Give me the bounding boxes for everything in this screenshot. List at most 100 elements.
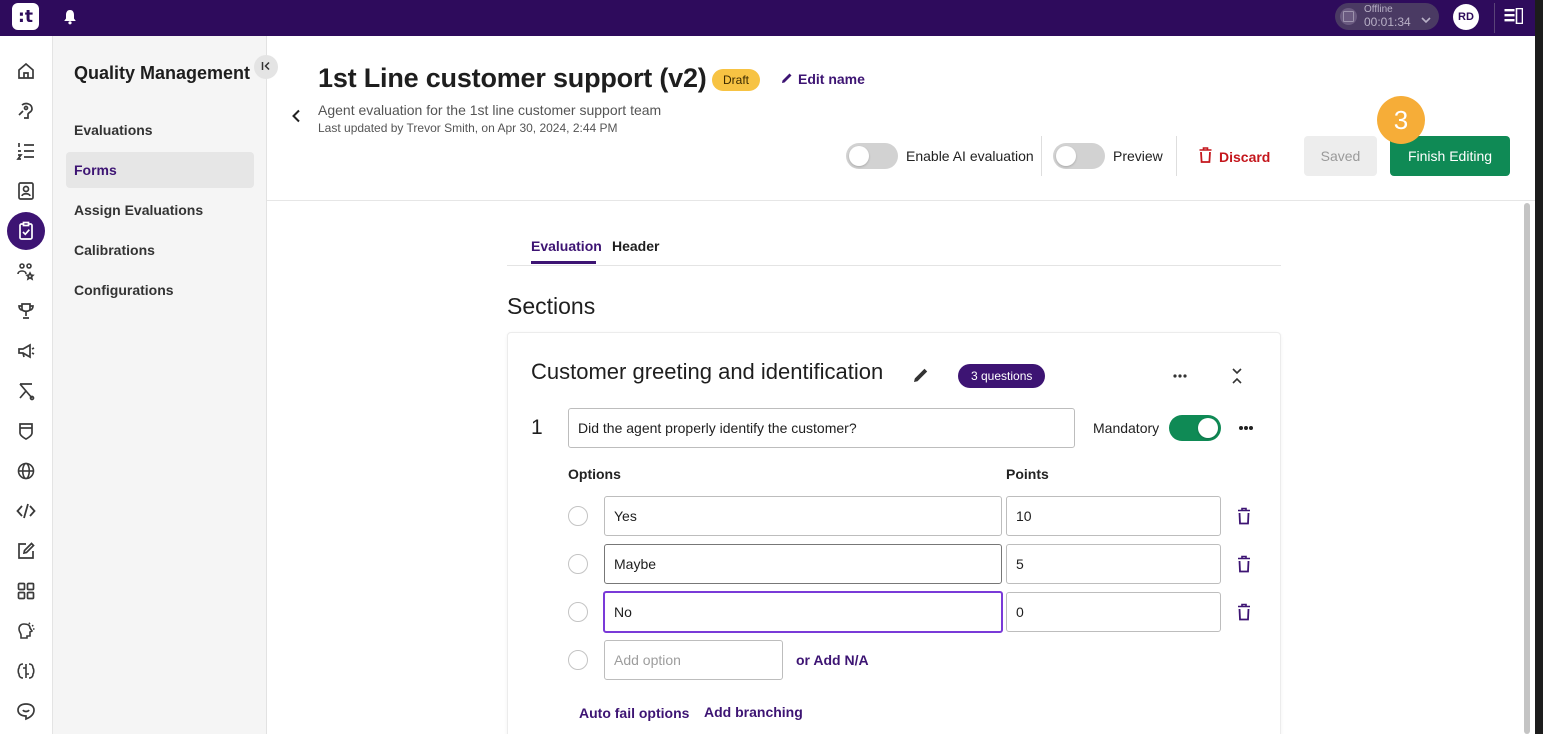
option-points-input[interactable]: 5: [1006, 544, 1221, 584]
edit-note-icon[interactable]: [7, 532, 45, 570]
preview-toggle[interactable]: [1053, 143, 1105, 169]
trash-icon: [1236, 603, 1252, 625]
tabs-divider: [507, 265, 1281, 266]
active-tab-indicator: [531, 261, 596, 264]
collapse-sidebar-button[interactable]: [254, 55, 278, 79]
trash-icon: [1236, 507, 1252, 529]
code-icon[interactable]: [7, 492, 45, 530]
collapse-left-icon: [261, 58, 271, 76]
ai-evaluation-label: Enable AI evaluation: [906, 148, 1034, 164]
session-timer: 00:01:34: [1364, 15, 1411, 29]
preview-label: Preview: [1113, 148, 1163, 164]
collapse-vertical-icon: [1228, 368, 1246, 390]
flow-icon[interactable]: [7, 372, 45, 410]
add-branching-link[interactable]: Add branching: [704, 704, 803, 720]
header-divider: [267, 200, 1535, 201]
vertical-scrollbar[interactable]: [1524, 203, 1530, 734]
delete-option-button[interactable]: [1236, 603, 1252, 626]
chevron-left-icon: [291, 109, 301, 128]
toolbar-divider: [1041, 136, 1042, 176]
page-title: 1st Line customer support (v2): [318, 63, 707, 93]
user-avatar[interactable]: RD: [1453, 4, 1479, 30]
last-updated-text: Last updated by Trevor Smith, on Apr 30,…: [318, 121, 618, 135]
trash-icon: [1199, 147, 1212, 166]
edit-name-label: Edit name: [798, 71, 865, 87]
add-na-link[interactable]: or Add N/A: [796, 652, 869, 668]
section-title: Customer greeting and identification: [531, 359, 884, 384]
topbar-divider: [1494, 3, 1495, 33]
pencil-icon: [781, 71, 793, 87]
status-selector[interactable]: Offline 00:01:34: [1335, 3, 1439, 30]
form-description: Agent evaluation for the 1st line custom…: [318, 102, 662, 118]
option-radio[interactable]: [568, 602, 588, 622]
edit-name-button[interactable]: Edit name: [781, 71, 865, 87]
sidebar-item-calibrations[interactable]: Calibrations: [66, 232, 254, 268]
sidebar: Quality Management Evaluations Forms Ass…: [53, 36, 278, 734]
options-column-header: Options: [568, 466, 621, 482]
contacts-icon[interactable]: [7, 172, 45, 210]
agent-assist-icon[interactable]: [7, 92, 45, 130]
option-points-input[interactable]: 10: [1006, 496, 1221, 536]
tab-evaluation[interactable]: Evaluation: [531, 238, 602, 254]
question-text-input[interactable]: Did the agent properly identify the cust…: [568, 408, 1075, 448]
section-more-button[interactable]: [1170, 366, 1190, 391]
toolbar-divider: [1176, 136, 1177, 176]
add-option-input[interactable]: Add option: [604, 640, 783, 680]
sidebar-item-forms[interactable]: Forms: [66, 152, 254, 188]
side-panel-icon[interactable]: [1504, 7, 1524, 29]
back-button[interactable]: [286, 108, 306, 128]
delete-option-button[interactable]: [1236, 507, 1252, 530]
stop-icon: [1340, 8, 1357, 25]
mandatory-toggle[interactable]: [1169, 415, 1221, 441]
chevron-down-icon: [1421, 11, 1431, 29]
shield-icon[interactable]: [7, 412, 45, 450]
points-column-header: Points: [1006, 466, 1049, 482]
option-points-input[interactable]: 0: [1006, 592, 1221, 632]
question-count-badge: 3 questions: [958, 364, 1046, 388]
window-edge: [1535, 0, 1543, 734]
campaign-icon[interactable]: [7, 332, 45, 370]
step-indicator-badge: 3: [1377, 96, 1425, 144]
integrations-icon[interactable]: [7, 652, 45, 690]
chat-feedback-icon[interactable]: [7, 692, 45, 730]
question-more-button[interactable]: [1236, 418, 1256, 443]
collapse-section-button[interactable]: [1228, 366, 1246, 391]
apps-grid-icon[interactable]: [7, 572, 45, 610]
ai-brain-icon[interactable]: [7, 612, 45, 650]
option-radio[interactable]: [568, 506, 588, 526]
sections-heading: Sections: [507, 293, 596, 319]
option-radio[interactable]: [568, 554, 588, 574]
connection-status: Offline: [1364, 4, 1393, 15]
discard-label: Discard: [1219, 148, 1271, 165]
team-rewards-icon[interactable]: [7, 252, 45, 290]
pencil-icon: [912, 368, 930, 388]
home-icon[interactable]: [7, 52, 45, 90]
ai-evaluation-toggle[interactable]: [846, 143, 898, 169]
auto-fail-options-link[interactable]: Auto fail options: [579, 705, 689, 721]
discard-button[interactable]: Discard: [1199, 147, 1270, 166]
quality-management-icon[interactable]: [7, 212, 45, 250]
tab-header[interactable]: Header: [612, 238, 659, 254]
option-label-input[interactable]: Maybe: [604, 544, 1002, 584]
sidebar-item-assign-evaluations[interactable]: Assign Evaluations: [66, 192, 254, 228]
trophy-icon[interactable]: [7, 292, 45, 330]
delete-option-button[interactable]: [1236, 555, 1252, 578]
edit-section-button[interactable]: [912, 366, 930, 389]
more-horizontal-icon: [1170, 373, 1190, 390]
trash-icon: [1236, 555, 1252, 577]
option-label-input[interactable]: No: [603, 591, 1003, 633]
sidebar-item-evaluations[interactable]: Evaluations: [66, 112, 254, 148]
list-icon[interactable]: [7, 132, 45, 170]
saved-button[interactable]: Saved: [1304, 136, 1377, 176]
app-logo[interactable]: :t: [12, 3, 39, 30]
icon-rail: [0, 36, 53, 734]
sidebar-item-configurations[interactable]: Configurations: [66, 272, 254, 308]
question-number: 1: [531, 416, 543, 439]
top-bar: :t Offline 00:01:34 RD: [0, 0, 1535, 36]
status-badge: Draft: [712, 69, 761, 91]
bell-icon[interactable]: [61, 8, 79, 26]
mandatory-label: Mandatory: [1093, 420, 1160, 436]
option-label-input[interactable]: Yes: [604, 496, 1002, 536]
option-radio[interactable]: [568, 650, 588, 670]
globe-icon[interactable]: [7, 452, 45, 490]
